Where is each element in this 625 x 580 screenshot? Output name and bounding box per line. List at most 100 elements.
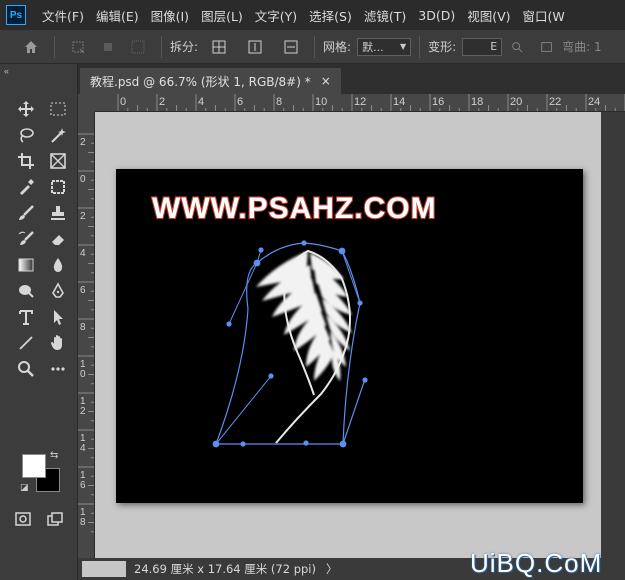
screen-mode-icon[interactable] (46, 510, 64, 531)
path-selection-tool-icon[interactable] (42, 304, 74, 330)
gradient-tool-icon[interactable] (10, 252, 42, 278)
ruler-tick-label: 2 (159, 96, 165, 108)
reset-warp-icon[interactable] (506, 36, 528, 58)
document-tab[interactable]: 教程.psd @ 66.7% (形状 1, RGB/8#) * × (80, 68, 341, 94)
ruler-tick-label: 8 (80, 322, 86, 333)
divider (54, 35, 55, 58)
document-tab-bar: 教程.psd @ 66.7% (形状 1, RGB/8#) * × (78, 64, 625, 94)
zoom-input[interactable] (82, 561, 126, 577)
ruler-tick-label: 6 (80, 285, 86, 296)
anchor-point[interactable] (357, 300, 363, 306)
split-vertical-icon[interactable] (244, 36, 266, 58)
options-bar: 拆分: 网格: 默... ▼ 变形: E 弯曲: 1 (0, 30, 625, 64)
menu-3d[interactable]: 3D(D) (412, 8, 461, 23)
anchor-point[interactable] (339, 440, 347, 448)
divider (314, 35, 316, 58)
menu-window[interactable]: 窗口(W (517, 6, 571, 25)
anchor-point[interactable] (338, 247, 346, 255)
menu-image[interactable]: 图像(I) (145, 6, 195, 25)
menu-bar: Ps 文件(F) 编辑(E) 图像(I) 图层(L) 文字(Y) 选择(S) 滤… (0, 0, 625, 30)
marquee-tool-icon[interactable] (42, 96, 74, 122)
ruler-tick-label: 16 (432, 96, 444, 108)
anchor-point[interactable] (301, 240, 307, 246)
eyedropper-tool-icon[interactable] (10, 174, 42, 200)
menu-type[interactable]: 文字(Y) (249, 6, 303, 25)
anchor-point[interactable] (240, 441, 246, 447)
hand-tool-icon[interactable] (42, 330, 74, 356)
lasso-tool-icon[interactable] (10, 122, 42, 148)
anchor-point[interactable] (212, 440, 220, 448)
menu-edit[interactable]: 编辑(E) (90, 6, 145, 25)
zoom-tool-icon[interactable] (10, 356, 42, 382)
ruler-tick-label: 0 (80, 369, 86, 380)
status-expand-icon[interactable]: 〉 (326, 561, 338, 577)
history-brush-tool-icon[interactable] (10, 226, 42, 252)
menu-select[interactable]: 选择(S) (303, 6, 358, 25)
collapse-panel-icon[interactable]: « (4, 66, 9, 76)
split-label: 拆分: (170, 40, 199, 54)
ruler-tick-label: 4 (80, 443, 86, 454)
ruler-tick-label: 12 (354, 96, 366, 108)
ruler-tick-label: 10 (315, 96, 327, 108)
move-tool-icon[interactable] (10, 96, 42, 122)
canvas-headline: WWW.PSAHZ.COM (152, 192, 437, 225)
ruler-origin[interactable] (78, 94, 95, 112)
anchor-point[interactable] (258, 247, 264, 253)
ruler-tick-label: 0 (120, 96, 126, 108)
crop-tool-icon[interactable] (10, 148, 42, 174)
quick-mask-icon[interactable] (14, 510, 32, 531)
ruler-tick-label: 8 (80, 517, 86, 528)
menu-file[interactable]: 文件(F) (36, 6, 90, 25)
document-dimensions: 24.69 厘米 x 17.64 厘米 (72 ppi) (134, 562, 316, 576)
swap-colors-icon[interactable]: ⇆ (50, 450, 58, 461)
canvas-artwork: WWW.PSAHZ.COM (151, 191, 437, 448)
magic-wand-tool-icon[interactable] (42, 122, 74, 148)
grid-pattern-icon[interactable] (127, 36, 149, 58)
menu-filter[interactable]: 滤镜(T) (358, 6, 412, 25)
vertical-scrollbar[interactable] (601, 112, 625, 558)
line-tool-icon[interactable] (10, 330, 42, 356)
ruler-tick-label: 4 (198, 96, 204, 108)
ruler-horizontal[interactable]: 02468101214161820222426 (95, 94, 625, 112)
home-icon[interactable] (20, 36, 42, 58)
more-tools-icon[interactable] (42, 356, 74, 382)
document-canvas[interactable]: WWW.PSAHZ.COM (116, 169, 583, 503)
clone-stamp-tool-icon[interactable] (42, 200, 74, 226)
menu-layer[interactable]: 图层(L) (195, 6, 249, 25)
transform-select[interactable]: E (462, 37, 503, 56)
bend-label: 弯曲: 1 (562, 40, 602, 54)
anchor-point[interactable] (362, 377, 368, 383)
default-colors-icon[interactable]: ◪ (20, 482, 29, 493)
anchor-point[interactable] (303, 440, 309, 446)
split-horizontal-icon[interactable] (280, 36, 302, 58)
type-tool-icon[interactable] (10, 304, 42, 330)
ruler-tick-label: 20 (510, 96, 522, 108)
warp-box-icon[interactable] (536, 36, 558, 58)
pen-tool-icon[interactable] (42, 278, 74, 304)
dodge-tool-icon[interactable] (10, 278, 42, 304)
rotate-icon[interactable] (97, 36, 119, 58)
grid-select[interactable]: 默... ▼ (357, 37, 412, 56)
feather-shape (256, 249, 352, 444)
ruler-vertical[interactable]: 2024681012141618 (78, 112, 95, 558)
menu-view[interactable]: 视图(V) (461, 6, 516, 25)
anchor-point[interactable] (268, 373, 274, 379)
eraser-tool-icon[interactable] (42, 226, 74, 252)
foreground-color-swatch[interactable] (22, 454, 46, 478)
watermark-logo: UiBQ.CoM (470, 548, 603, 578)
ruler-horizontal-ticks: 02468101214161820222426 (117, 94, 625, 111)
spot-healing-tool-icon[interactable] (42, 174, 74, 200)
anchor-point[interactable] (226, 321, 232, 327)
frame-tool-icon[interactable] (42, 148, 74, 174)
close-tab-icon[interactable]: × (321, 74, 331, 88)
anchor-point[interactable] (253, 259, 261, 267)
brush-tool-icon[interactable] (10, 200, 42, 226)
puppet-warp-icon[interactable] (67, 36, 89, 58)
split-cross-icon[interactable] (208, 36, 230, 58)
divider (161, 35, 162, 58)
blur-tool-icon[interactable] (42, 252, 74, 278)
photoshop-logo-icon[interactable]: Ps (6, 5, 26, 25)
transform-select-value: E (490, 40, 498, 53)
ruler-tick-label: 0 (80, 174, 86, 185)
ruler-tick-label: 14 (393, 96, 405, 108)
